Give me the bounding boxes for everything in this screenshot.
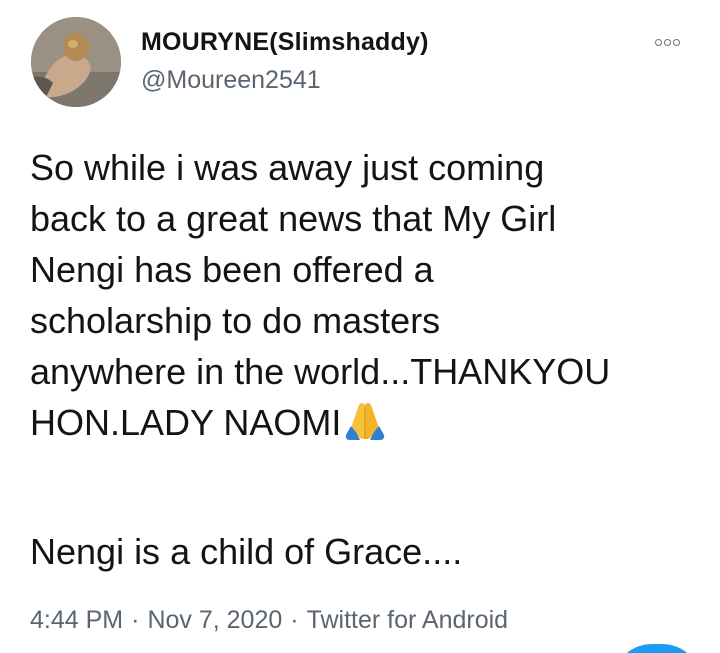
tweet-text-line: back to a great news that My Girl <box>30 198 557 239</box>
avatar-photo <box>31 17 121 107</box>
folded-hands-icon <box>342 399 388 454</box>
compose-button[interactable] <box>612 644 702 653</box>
more-options-icon[interactable] <box>655 33 691 49</box>
tweet-time[interactable]: 4:44 PM <box>30 606 123 634</box>
tweet-text: So while i was away just coming back to … <box>30 142 700 454</box>
tweet-text-line: anywhere in the world...THANKYOU <box>30 351 611 392</box>
avatar[interactable] <box>31 17 121 107</box>
separator: · <box>131 606 140 634</box>
tweet-text-line: Nengi has been offered a <box>30 249 434 290</box>
display-name[interactable]: MOURYNE(Slimshaddy) <box>141 28 429 57</box>
more-dot <box>673 39 680 46</box>
tweet-card: MOURYNE(Slimshaddy) @Moureen2541 So whil… <box>0 0 720 653</box>
tweet-text-line: So while i was away just coming <box>30 147 545 188</box>
user-handle[interactable]: @Moureen2541 <box>141 66 321 95</box>
more-dot <box>664 39 671 46</box>
tweet-text-paragraph: Nengi is a child of Grace.... <box>30 531 463 572</box>
tweet-source[interactable]: Twitter for Android <box>307 606 508 634</box>
tweet-date[interactable]: Nov 7, 2020 <box>147 606 282 634</box>
more-dot <box>655 39 662 46</box>
tweet-text-line: HON.LADY NAOMI <box>30 402 342 443</box>
tweet-text-line: scholarship to do masters <box>30 300 441 341</box>
tweet-metadata: 4:44 PM · Nov 7, 2020 · Twitter for Android <box>30 606 508 635</box>
separator: · <box>290 606 299 634</box>
